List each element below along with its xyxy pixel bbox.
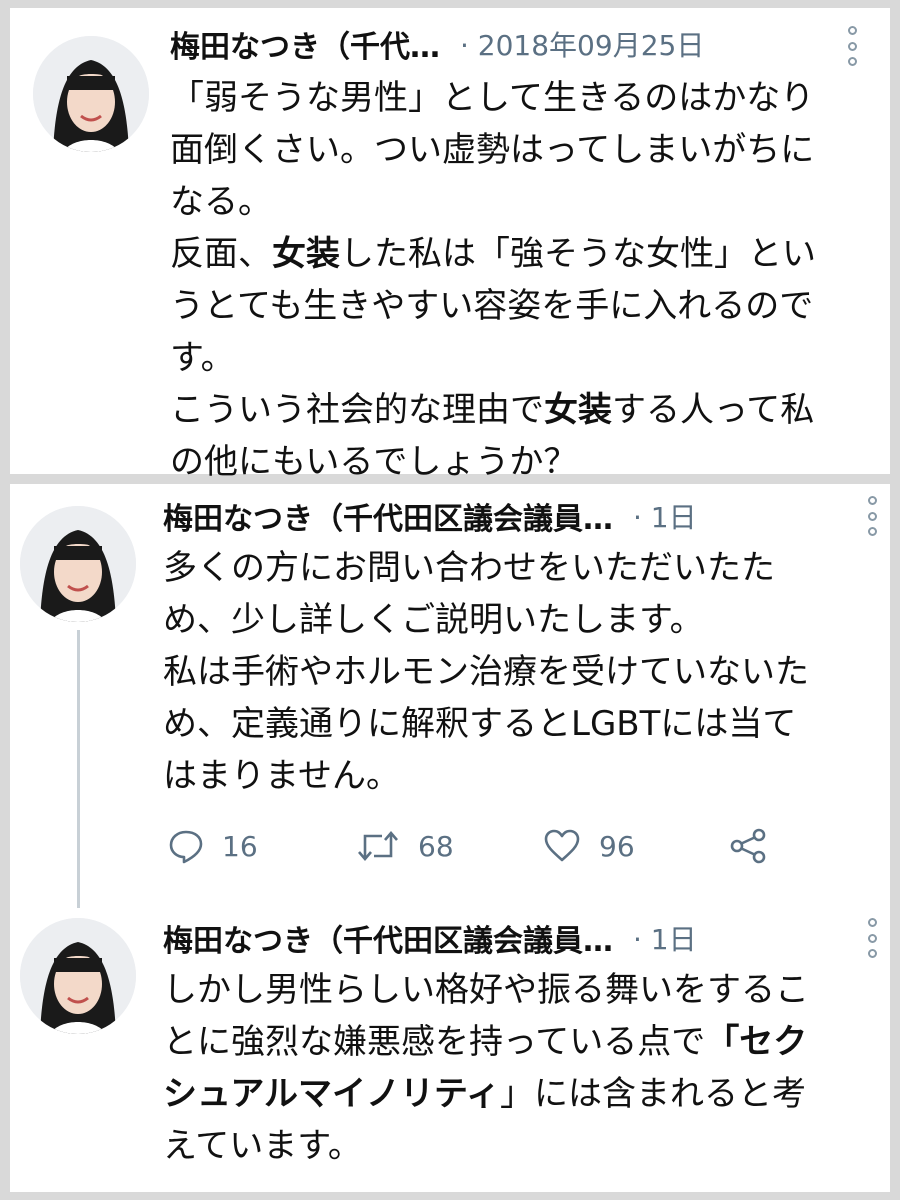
- bold-text: 女装: [272, 234, 340, 274]
- author-avatar[interactable]: [20, 506, 136, 622]
- share-icon: [730, 828, 766, 864]
- text-segment: はまりません。: [163, 756, 400, 796]
- tweet-text-line: 反面、女装した私は「強そうな女性」とい: [170, 228, 816, 280]
- tweet-text-line: こういう社会的な理由で女装する人って私: [170, 384, 816, 436]
- text-segment: えています。: [163, 1126, 362, 1166]
- tweet-text-line: なる。: [170, 176, 816, 228]
- text-segment: 反面、: [170, 234, 272, 274]
- reply-count: 16: [222, 829, 258, 863]
- text-segment: め、定義通りに解釈するとLGBTには当て: [163, 704, 797, 744]
- author-name[interactable]: 梅田なつき（千代田区議会議員…: [163, 916, 613, 960]
- tweet-text-line: 面倒くさい。つい虚勢はってしまいがちに: [170, 124, 816, 176]
- bold-text: 「セク: [705, 1022, 808, 1062]
- author-avatar[interactable]: [33, 36, 149, 152]
- avatar-image: [33, 36, 149, 152]
- tweet-text-line: とに強烈な嫌悪感を持っている点で「セク: [163, 1016, 809, 1068]
- tweet-text-line: 多くの方にお問い合わせをいただいたた: [163, 542, 809, 594]
- tweet-text-line: の他にもいるでしょうか？: [170, 436, 816, 488]
- author-name[interactable]: 梅田なつき（千代田区議会議員…: [163, 494, 613, 538]
- more-vertical-icon[interactable]: [864, 918, 880, 958]
- tweet-text-line: 「弱そうな男性」として生きるのはかなり: [170, 72, 816, 124]
- text-segment: とに強烈な嫌悪感を持っている点で: [163, 1022, 706, 1062]
- bold-text: 女装: [544, 390, 612, 430]
- tweet-text-line: うとても生きやすい容姿を手に入れるので: [170, 280, 816, 332]
- tweet-text-line: はまりません。: [163, 750, 809, 802]
- tweet-text-line: しかし男性らしい格好や振る舞いをするこ: [163, 964, 809, 1016]
- tweet-text: しかし男性らしい格好や振る舞いをするこ とに強烈な嫌悪感を持っている点で「セク シュ…: [163, 964, 809, 1172]
- author-avatar[interactable]: [20, 918, 136, 1034]
- reply-button[interactable]: 16: [168, 828, 258, 864]
- share-button[interactable]: [728, 828, 768, 864]
- text-segment: の他にもいるでしょうか？: [170, 442, 578, 482]
- more-vertical-icon[interactable]: [844, 26, 860, 66]
- text-segment: する人って私: [612, 390, 815, 430]
- bold-text: シュアルマイノリティ: [163, 1074, 500, 1114]
- author-name[interactable]: 梅田なつき（千代…: [170, 22, 440, 66]
- more-vertical-icon[interactable]: [864, 496, 880, 536]
- tweet-screenshot-1: 梅田なつき（千代… · 2018年09月25日 「弱そうな男性」として生きるのは…: [10, 8, 890, 482]
- thread-connector-line: [77, 630, 80, 908]
- tweet-text-line: す。: [170, 332, 816, 384]
- text-segment: しかし男性らしい格好や振る舞いをするこ: [163, 970, 809, 1010]
- tweet-text: 多くの方にお問い合わせをいただいたた め、少し詳しくご説明いたします。私は手術やホ…: [163, 542, 809, 802]
- text-segment: 」には含まれると考: [499, 1074, 806, 1114]
- tweet-text-line: シュアルマイノリティ」には含まれると考: [163, 1068, 809, 1120]
- text-segment: め、少し詳しくご説明いたします。: [163, 600, 704, 640]
- reply-icon: [169, 830, 203, 864]
- tweet-date[interactable]: · 2018年09月25日: [460, 24, 704, 64]
- tweet-date[interactable]: · 1日: [633, 496, 697, 536]
- text-segment: した私は「強そうな女性」とい: [340, 234, 816, 274]
- retweet-count: 68: [418, 829, 454, 863]
- tweet-text-line: め、少し詳しくご説明いたします。: [163, 594, 809, 646]
- tweet-text-line: め、定義通りに解釈するとLGBTには当て: [163, 698, 809, 750]
- text-segment: す。: [170, 338, 235, 378]
- tweet-text-line: えています。: [163, 1120, 809, 1172]
- tweet-thread-screenshot: 梅田なつき（千代田区議会議員… · 1日 多くの方にお問い合わせをいただいたため…: [10, 484, 890, 1192]
- text-segment: 面倒くさい。つい虚勢はってしまいがちに: [170, 130, 815, 170]
- text-segment: なる。: [170, 182, 272, 222]
- like-button[interactable]: 96: [543, 828, 635, 864]
- text-segment: 「弱そうな男性」として生きるのはかなり: [170, 78, 815, 118]
- text-segment: こういう社会的な理由で: [170, 390, 544, 430]
- like-count: 96: [599, 829, 635, 863]
- tweet-text-line: 私は手術やホルモン治療を受けていないた: [163, 646, 809, 698]
- retweet-icon: [358, 831, 398, 861]
- text-segment: うとても生きやすい容姿を手に入れるので: [170, 286, 814, 326]
- retweet-button[interactable]: 68: [356, 828, 454, 864]
- tweet-text: 「弱そうな男性」として生きるのはかなり 面倒くさい。つい虚勢はってしまいがちに なる…: [170, 72, 816, 488]
- tweet-date[interactable]: · 1日: [633, 918, 697, 958]
- avatar-image: [20, 506, 136, 622]
- heart-icon: [544, 829, 580, 862]
- text-segment: 私は手術やホルモン治療を受けていないた: [163, 652, 809, 692]
- avatar-image: [20, 918, 136, 1034]
- text-segment: 多くの方にお問い合わせをいただいたた: [163, 548, 775, 588]
